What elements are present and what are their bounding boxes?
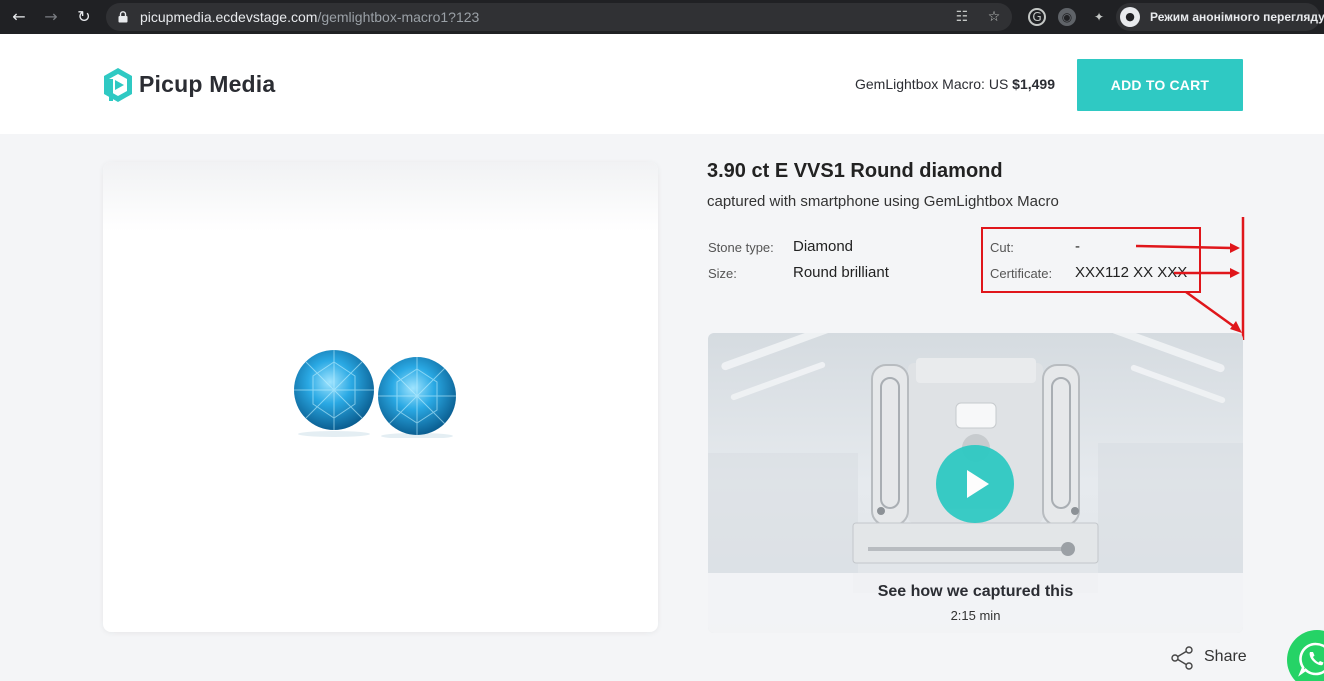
- gemstones-image: [294, 350, 456, 438]
- video-caption-bar: [708, 573, 1243, 633]
- product-image-card: [103, 162, 658, 632]
- header-product-price: GemLightbox Macro: US $1,499: [855, 76, 1055, 92]
- forward-arrow-icon[interactable]: →: [40, 6, 62, 28]
- header-price-value: $1,499: [1012, 76, 1055, 92]
- extension-globe-icon[interactable]: ◉: [1058, 8, 1076, 26]
- browser-toolbar: ← → ↻ picupmedia.ecdevstage.com/gemlight…: [0, 0, 1324, 34]
- address-bar[interactable]: picupmedia.ecdevstage.com/gemlightbox-ma…: [106, 3, 1012, 31]
- play-icon: [967, 470, 989, 498]
- bookmark-star-icon[interactable]: ☆: [986, 9, 1002, 25]
- back-arrow-icon[interactable]: ←: [8, 6, 30, 28]
- spec-value-stone-type: Diamond: [793, 238, 854, 255]
- header-product-name: GemLightbox Macro: US: [855, 76, 1013, 92]
- add-to-cart-button[interactable]: ADD TO CART: [1077, 59, 1243, 111]
- incognito-icon: ●: [1120, 7, 1140, 27]
- reload-icon[interactable]: ↻: [73, 6, 95, 28]
- logo-mark-icon: [104, 68, 132, 102]
- incognito-label: Режим анонімного перегляду: [1150, 10, 1324, 24]
- whatsapp-icon: [1298, 642, 1324, 677]
- video-duration: 2:15 min: [950, 608, 1001, 623]
- spec-label-size: Size:: [708, 266, 737, 281]
- url-text: picupmedia.ecdevstage.com/gemlightbox-ma…: [140, 9, 479, 25]
- translate-icon[interactable]: ☷: [954, 9, 970, 25]
- url-domain: picupmedia.ecdevstage.com: [140, 9, 318, 25]
- video-thumbnail[interactable]: See how we captured this 2:15 min: [708, 333, 1243, 633]
- lock-icon: [118, 11, 128, 23]
- url-path: /gemlightbox-macro1?123: [317, 9, 480, 25]
- annotation-arrows: [1135, 217, 1245, 340]
- video-title: See how we captured this: [877, 583, 1074, 600]
- logo-text: Picup Media: [139, 71, 276, 97]
- share-label: Share: [1204, 648, 1247, 665]
- spec-value-size: Round brilliant: [793, 264, 889, 281]
- whatsapp-chat-button[interactable]: [1287, 630, 1324, 681]
- extensions-puzzle-icon[interactable]: ✦: [1090, 8, 1108, 26]
- spec-label-stone-type: Stone type:: [708, 240, 774, 255]
- product-title: 3.90 ct E VVS1 Round diamond: [707, 160, 1003, 182]
- play-button[interactable]: [936, 445, 1014, 523]
- site-header: Picup Media GemLightbox Macro: US $1,499…: [0, 34, 1324, 134]
- product-subtitle: captured with smartphone using GemLightb…: [707, 193, 1059, 210]
- share-icon: [1171, 646, 1193, 670]
- image-card-fade: [103, 162, 658, 232]
- incognito-indicator[interactable]: ● Режим анонімного перегляду: [1116, 3, 1324, 31]
- extension-g-icon[interactable]: G: [1028, 8, 1046, 26]
